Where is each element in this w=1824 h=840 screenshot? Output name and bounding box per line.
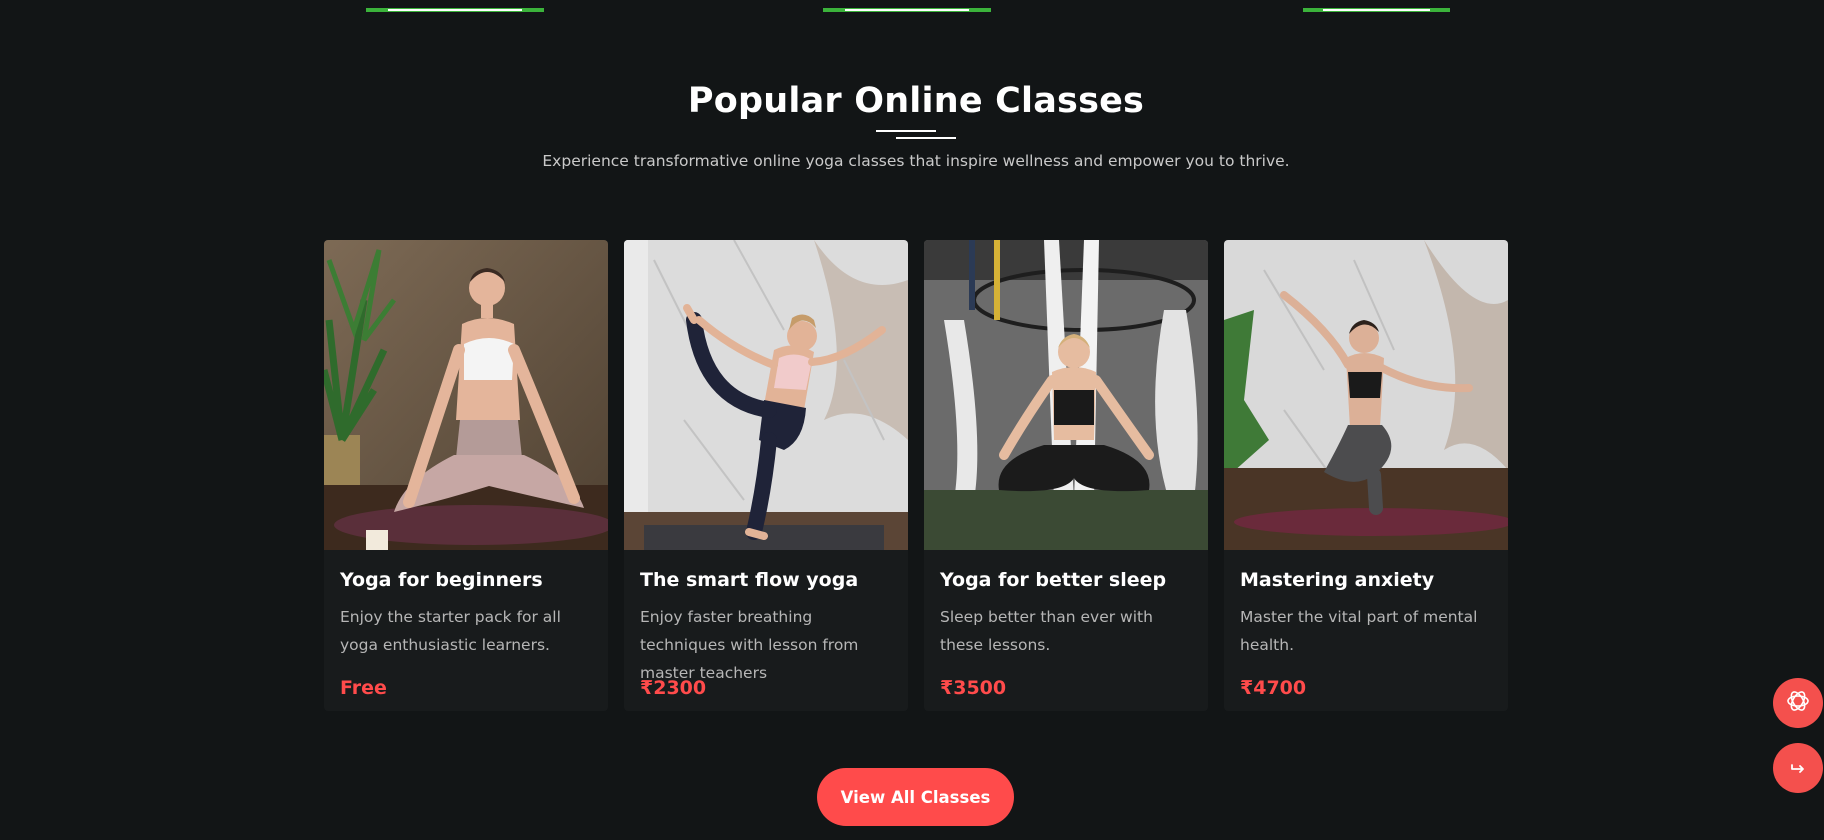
- class-image-smart-flow[interactable]: [624, 240, 908, 550]
- view-all-classes-button[interactable]: View All Classes: [817, 768, 1014, 826]
- title-underline-divider: [876, 130, 956, 140]
- progress-strip-2: [823, 8, 991, 12]
- class-title[interactable]: Mastering anxiety: [1240, 567, 1492, 593]
- class-image-better-sleep[interactable]: [924, 240, 1208, 550]
- progress-strip-1: [366, 8, 544, 12]
- class-card[interactable]: Mastering anxiety Master the vital part …: [1224, 240, 1508, 711]
- class-card[interactable]: The smart flow yoga Enjoy faster breathi…: [624, 240, 908, 711]
- section-title: Popular Online Classes: [687, 81, 1145, 121]
- class-price: Free: [340, 677, 387, 699]
- class-card[interactable]: Yoga for beginners Enjoy the starter pac…: [324, 240, 608, 711]
- class-price: ₹4700: [1240, 677, 1307, 699]
- progress-strip-3: [1303, 8, 1450, 12]
- class-title[interactable]: Yoga for beginners: [340, 567, 592, 593]
- class-description: Sleep better than ever with these lesson…: [940, 608, 1153, 654]
- class-description: Enjoy the starter pack for all yoga enth…: [340, 608, 561, 654]
- class-description: Master the vital part of mental health.: [1240, 608, 1478, 654]
- class-price: ₹3500: [940, 677, 1007, 699]
- section-subtitle: Experience transformative online yoga cl…: [542, 152, 1290, 170]
- share-button[interactable]: [1773, 743, 1823, 793]
- openai-assistant-icon: [1784, 687, 1812, 719]
- class-description: Enjoy faster breathing techniques with l…: [640, 608, 859, 682]
- share-arrow-icon: [1788, 756, 1808, 780]
- class-card-list: Yoga for beginners Enjoy the starter pac…: [324, 240, 1508, 711]
- class-card[interactable]: Yoga for better sleep Sleep better than …: [924, 240, 1208, 711]
- class-image-mastering-anxiety[interactable]: [1224, 240, 1508, 550]
- class-image-yoga-beginners[interactable]: [324, 240, 608, 550]
- assistant-chat-button[interactable]: [1773, 678, 1823, 728]
- class-title[interactable]: Yoga for better sleep: [940, 567, 1192, 593]
- class-title[interactable]: The smart flow yoga: [640, 567, 892, 593]
